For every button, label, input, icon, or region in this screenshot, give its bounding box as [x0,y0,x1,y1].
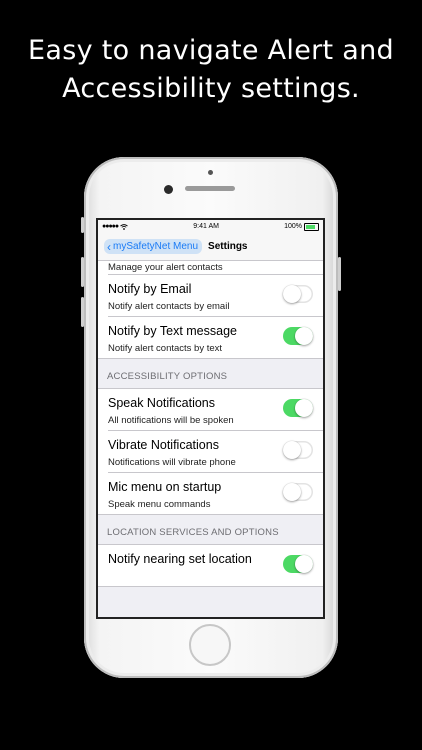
mic-menu-toggle[interactable] [283,483,313,501]
location-section-header: LOCATION SERVICES AND OPTIONS [107,527,279,538]
mic-menu-title: Mic menu on startup [108,480,222,494]
vibrate-notifications-row: Vibrate Notifications Notifications will… [108,431,323,473]
volume-down-button [81,297,84,327]
wifi-icon [120,223,128,230]
page-title: Settings [208,241,248,252]
status-bar: ●●●●● 9:41 AM 100% [98,220,323,233]
vibrate-notifications-toggle[interactable] [283,441,313,459]
notify-email-row: Notify by Email Notify alert contacts by… [108,275,323,317]
notify-text-subtitle: Notify alert contacts by text [108,343,223,354]
headline-line-1: Easy to navigate Alert and [28,35,394,66]
marketing-headline: Easy to navigate Alert and Accessibility… [0,32,422,108]
notify-text-toggle[interactable] [283,327,313,345]
toggle-knob [295,399,313,417]
speak-notifications-subtitle: All notifications will be spoken [108,415,234,426]
accessibility-group: Speak Notifications All notifications wi… [98,388,323,515]
vibrate-notifications-subtitle: Notifications will vibrate phone [108,457,236,468]
power-button [338,257,341,291]
navigation-bar: ‹ mySafetyNet Menu Settings [98,233,323,261]
toggle-knob [283,441,301,459]
alerts-group: Manage your alert contacts Notify by Ema… [98,261,323,359]
accessibility-section-header: ACCESSIBILITY OPTIONS [107,371,228,382]
status-time: 9:41 AM [193,223,219,230]
volume-up-button [81,257,84,287]
notify-nearing-location-row: Notify nearing set location [108,545,323,586]
toggle-knob [295,555,313,573]
toggle-knob [283,285,301,303]
back-button[interactable]: ‹ mySafetyNet Menu [98,239,203,254]
alert-contacts-row[interactable]: Manage your alert contacts [108,261,323,275]
notify-email-subtitle: Notify alert contacts by email [108,301,230,312]
alert-contacts-subtitle: Manage your alert contacts [108,262,223,273]
notify-text-row: Notify by Text message Notify alert cont… [108,317,323,358]
battery-percentage: 100% [284,223,302,230]
notify-nearing-location-title: Notify nearing set location [108,552,252,566]
mic-menu-subtitle: Speak menu commands [108,499,211,510]
home-button[interactable] [189,624,231,666]
notify-email-title: Notify by Email [108,282,192,296]
phone-screen: ●●●●● 9:41 AM 100% ‹ mySafetyNet Menu Se… [96,218,325,619]
battery-icon [303,222,319,231]
notify-text-title: Notify by Text message [108,324,237,338]
vibrate-notifications-title: Vibrate Notifications [108,438,219,452]
earpiece-speaker [185,186,235,191]
headline-line-2: Accessibility settings. [62,73,360,104]
location-group: Notify nearing set location [98,544,323,587]
proximity-sensor [208,170,213,175]
signal-strength-icon: ●●●●● [102,223,119,230]
mute-switch [81,217,84,233]
back-button-label: mySafetyNet Menu [113,241,199,252]
speak-notifications-title: Speak Notifications [108,396,216,410]
chevron-left-icon: ‹ [107,239,111,254]
speak-notifications-row: Speak Notifications All notifications wi… [108,389,323,431]
toggle-knob [295,327,313,345]
notify-nearing-location-toggle[interactable] [283,555,313,573]
mic-menu-row: Mic menu on startup Speak menu commands [108,473,323,514]
speak-notifications-toggle[interactable] [283,399,313,417]
front-camera [164,185,173,194]
toggle-knob [283,483,301,501]
notify-email-toggle[interactable] [283,285,313,303]
